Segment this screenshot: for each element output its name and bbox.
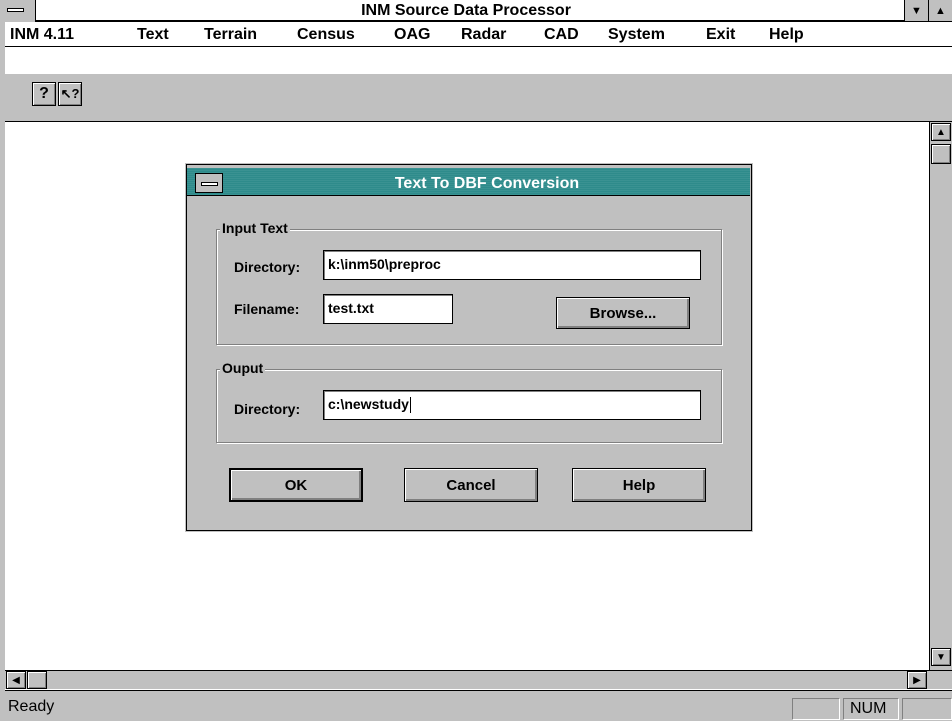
window-title: INM Source Data Processor <box>361 2 571 19</box>
scroll-up-button[interactable]: ▲ <box>931 123 951 141</box>
dialog-system-menu-button[interactable] <box>195 173 223 193</box>
help-dialog-button[interactable]: Help <box>572 468 706 502</box>
dialog-system-menu-icon <box>201 182 218 186</box>
text-cursor <box>409 397 411 414</box>
output-directory-label: Directory: <box>234 401 301 417</box>
scroll-left-button[interactable]: ◀ <box>6 671 26 689</box>
vertical-scroll-thumb[interactable] <box>931 144 951 164</box>
menu-text[interactable]: Text <box>137 25 169 45</box>
horizontal-scroll-thumb[interactable] <box>27 671 47 689</box>
context-help-button[interactable]: ↖? <box>58 82 82 106</box>
minimize-icon: ▼ <box>911 4 922 17</box>
menu-census[interactable]: Census <box>297 25 355 45</box>
scroll-right-button[interactable]: ▶ <box>907 671 927 689</box>
status-text: Ready <box>8 698 55 715</box>
menu-system[interactable]: System <box>608 25 665 45</box>
filename-label: Filename: <box>234 301 300 317</box>
ok-button[interactable]: OK <box>229 468 363 502</box>
toolbar <box>5 74 952 122</box>
context-help-icon: ↖? <box>60 86 80 101</box>
output-directory-field[interactable]: c:\newstudy <box>323 390 701 420</box>
scroll-down-button[interactable]: ▼ <box>931 648 951 666</box>
arrow-right-icon: ▶ <box>913 674 921 686</box>
arrow-up-icon: ▲ <box>936 126 946 138</box>
input-directory-field[interactable]: k:\inm50\preproc <box>323 250 701 280</box>
dialog-title: Text To DBF Conversion <box>394 175 580 192</box>
browse-button[interactable]: Browse... <box>556 297 690 329</box>
arrow-down-icon: ▼ <box>936 651 946 663</box>
menu-inm[interactable]: INM 4.11 <box>10 25 74 45</box>
minimize-button[interactable]: ▼ <box>904 0 928 21</box>
vertical-scrollbar[interactable]: ▲ ▼ <box>929 122 952 670</box>
status-pane-extra <box>902 698 952 720</box>
cancel-button[interactable]: Cancel <box>404 468 538 502</box>
output-group-label: Ouput <box>220 360 266 376</box>
input-directory-label: Directory: <box>234 259 301 275</box>
help-icon: ? <box>39 85 49 102</box>
maximize-button[interactable]: ▲ <box>928 0 952 21</box>
input-text-group-label: Input Text <box>220 220 290 236</box>
menu-radar[interactable]: Radar <box>461 25 506 45</box>
maximize-icon: ▲ <box>935 4 946 17</box>
arrow-left-icon: ◀ <box>12 674 20 686</box>
filename-field[interactable]: test.txt <box>323 294 453 324</box>
menu-cad[interactable]: CAD <box>544 25 579 45</box>
menu-terrain[interactable]: Terrain <box>204 25 257 45</box>
menu-exit[interactable]: Exit <box>706 25 735 45</box>
menu-help[interactable]: Help <box>769 25 804 45</box>
system-menu-icon <box>7 8 24 12</box>
menu-bar: INM 4.11 Text Terrain Census OAG Radar C… <box>5 23 952 47</box>
system-menu-button[interactable] <box>0 0 36 22</box>
status-num: NUM <box>843 698 899 720</box>
menu-oag[interactable]: OAG <box>394 25 430 45</box>
title-bar[interactable]: INM Source Data Processor ▼ ▲ <box>0 0 952 22</box>
help-button[interactable]: ? <box>32 82 56 106</box>
status-pane-empty <box>792 698 840 720</box>
horizontal-scrollbar[interactable]: ◀ ▶ <box>5 670 952 689</box>
